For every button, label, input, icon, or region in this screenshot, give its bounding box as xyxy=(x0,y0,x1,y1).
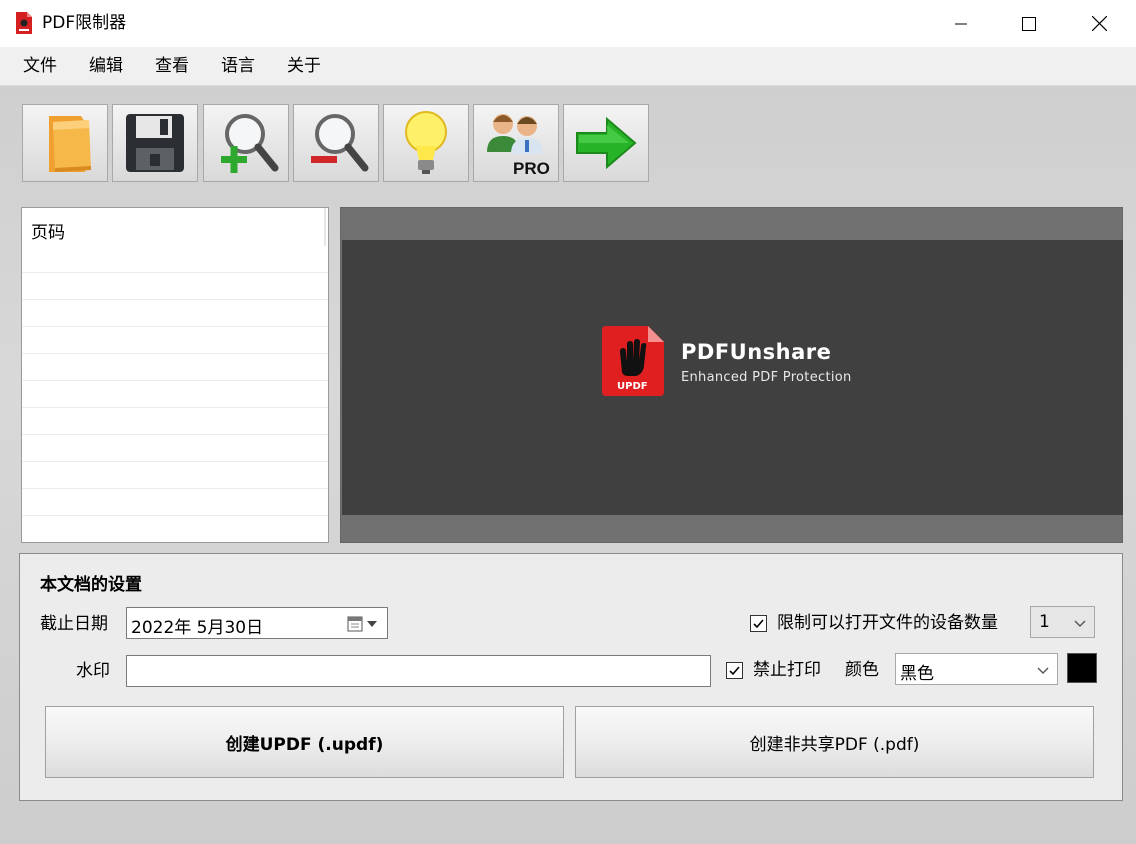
minimize-icon xyxy=(955,23,967,24)
save-button[interactable] xyxy=(112,104,198,182)
menu-view[interactable]: 查看 xyxy=(155,56,189,76)
list-row xyxy=(22,299,328,326)
list-row xyxy=(22,353,328,380)
title-bar: PDF限制器 xyxy=(0,0,1136,47)
watermark-label: 水印 xyxy=(76,661,110,681)
page-list-header: 页码 xyxy=(22,208,326,246)
zoom-in-button[interactable] xyxy=(203,104,289,182)
save-floppy-icon xyxy=(126,114,184,172)
lightbulb-icon xyxy=(405,111,447,174)
menu-file[interactable]: 文件 xyxy=(23,56,57,76)
maximize-button[interactable] xyxy=(1006,0,1052,47)
list-row xyxy=(22,488,328,515)
logo-title: PDFUnshare xyxy=(681,340,832,364)
preview-panel: UPDF PDFUnshare Enhanced PDF Protection xyxy=(340,207,1123,543)
color-swatch[interactable] xyxy=(1067,653,1097,683)
chevron-down-icon xyxy=(1037,667,1049,674)
list-row xyxy=(22,407,328,434)
menu-bar: 文件 编辑 查看 语言 关于 xyxy=(0,47,1136,86)
minimize-button[interactable] xyxy=(938,0,984,47)
close-icon xyxy=(1091,16,1107,31)
menu-language[interactable]: 语言 xyxy=(221,56,255,76)
list-row xyxy=(22,380,328,407)
checkmark-icon xyxy=(753,619,764,629)
window-title: PDF限制器 xyxy=(42,13,127,33)
hand-stop-logo-icon: UPDF xyxy=(602,326,664,396)
zoom-out-icon xyxy=(311,114,369,172)
close-button[interactable] xyxy=(1076,0,1122,47)
device-count-select[interactable]: 1 xyxy=(1030,606,1095,638)
open-folder-icon xyxy=(49,116,91,172)
open-button[interactable] xyxy=(22,104,108,182)
list-row xyxy=(22,515,328,542)
list-row xyxy=(22,434,328,461)
list-row xyxy=(22,461,328,488)
menu-edit[interactable]: 编辑 xyxy=(89,56,123,76)
document-settings-panel: 本文档的设置 截止日期 2022年 5月30日 限制可以打开文件的设备数量 1 … xyxy=(19,553,1123,801)
expiry-date-label: 截止日期 xyxy=(40,614,108,634)
logo-subtitle: Enhanced PDF Protection xyxy=(681,370,852,385)
no-print-checkbox[interactable] xyxy=(726,662,743,679)
menu-about[interactable]: 关于 xyxy=(287,56,321,76)
next-arrow-icon xyxy=(576,116,637,170)
list-row xyxy=(22,326,328,353)
checkmark-icon xyxy=(729,666,740,676)
create-updf-button[interactable]: 创建UPDF (.updf) xyxy=(45,706,564,778)
pro-badge: PRO xyxy=(513,159,550,178)
app-icon xyxy=(16,12,32,34)
calendar-dropdown-icon[interactable] xyxy=(347,616,381,632)
list-row xyxy=(22,272,328,299)
settings-title: 本文档的设置 xyxy=(40,575,142,595)
page-list[interactable]: 页码 xyxy=(21,207,329,543)
expiry-date-picker[interactable]: 2022年 5月30日 xyxy=(126,607,388,639)
next-button[interactable] xyxy=(563,104,649,182)
maximize-icon xyxy=(1022,16,1036,31)
pro-users-icon: PRO xyxy=(487,114,550,178)
logo-badge: UPDF xyxy=(617,381,648,392)
watermark-input[interactable] xyxy=(126,655,711,687)
device-limit-checkbox[interactable] xyxy=(750,615,767,632)
page-number-column: 页码 xyxy=(31,223,65,243)
no-print-label: 禁止打印 xyxy=(753,660,821,680)
zoom-in-icon xyxy=(221,114,279,173)
device-count-value: 1 xyxy=(1039,612,1050,632)
preview-canvas: UPDF PDFUnshare Enhanced PDF Protection xyxy=(342,240,1123,515)
color-label: 颜色 xyxy=(845,660,879,680)
pro-button[interactable]: PRO xyxy=(473,104,559,182)
chevron-down-icon xyxy=(1074,620,1086,627)
tips-button[interactable] xyxy=(383,104,469,182)
color-select[interactable]: 黑色 xyxy=(895,653,1058,685)
color-value: 黑色 xyxy=(900,664,934,684)
expiry-date-value: 2022年 5月30日 xyxy=(131,618,264,638)
device-limit-label: 限制可以打开文件的设备数量 xyxy=(777,613,998,633)
zoom-out-button[interactable] xyxy=(293,104,379,182)
create-unshareable-pdf-button[interactable]: 创建非共享PDF (.pdf) xyxy=(575,706,1094,778)
